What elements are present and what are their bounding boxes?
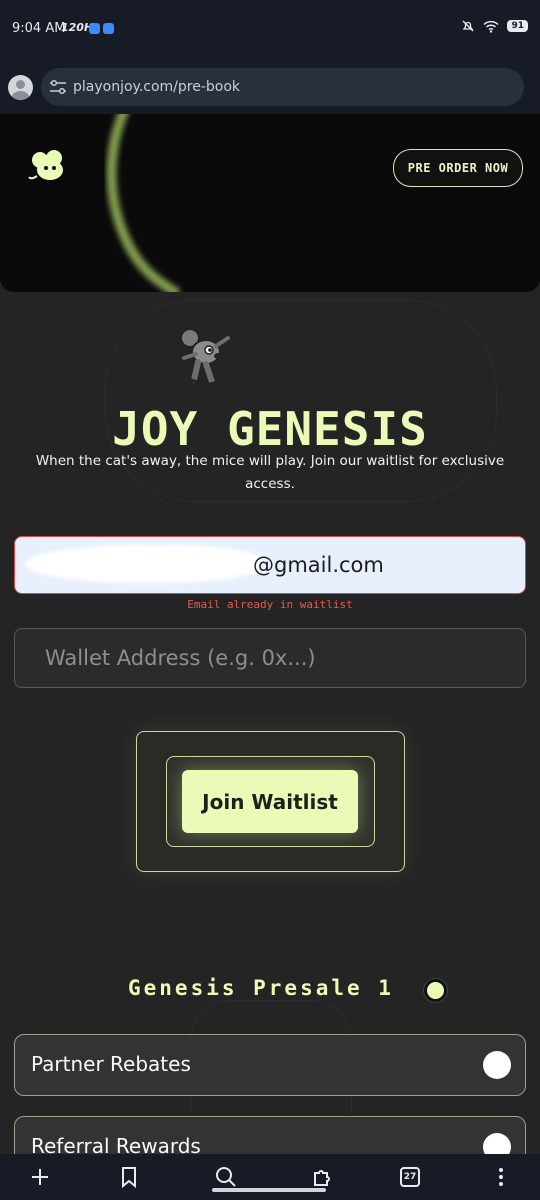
notification-icons [89,23,114,34]
mouse-mascot-icon [180,328,230,386]
profile-icon[interactable] [8,75,33,100]
cloud-icon [103,23,114,34]
join-waitlist-button[interactable]: Join Waitlist [182,770,358,833]
email-input[interactable]: @gmail.com [14,536,526,594]
address-bar[interactable]: playonjoy.com/pre-book [41,68,524,106]
presale-heading: Genesis Presale 1 [128,976,394,1000]
messenger-icon [89,23,100,34]
new-tab-icon[interactable] [28,1165,52,1189]
glow-decoration [106,114,181,292]
feature-row-partner-rebates[interactable]: Partner Rebates [14,1034,526,1096]
hero-banner: PRE ORDER NOW [0,114,540,292]
gesture-bar [212,1188,326,1192]
feature-toggle[interactable] [483,1051,511,1079]
feature-label: Partner Rebates [31,1052,191,1076]
redaction-mark [25,545,263,583]
joy-logo-icon[interactable] [28,148,70,184]
more-menu-icon[interactable] [489,1165,513,1189]
page-subtitle: When the cat's away, the mice will play.… [35,453,505,492]
status-right: 91 [461,19,528,33]
site-settings-icon[interactable] [49,79,67,95]
extensions-icon[interactable] [311,1165,335,1189]
mute-icon [463,20,474,32]
status-time: 9:04 AM [12,21,66,36]
wallet-address-input[interactable]: Wallet Address (e.g. 0x...) [14,628,526,688]
url-text[interactable]: playonjoy.com/pre-book [73,79,240,95]
tabs-count-icon[interactable]: 27 [400,1167,420,1187]
email-value[interactable]: @gmail.com [253,553,384,577]
email-error-message: Email already in waitlist [187,598,353,611]
browser-toolbar: playonjoy.com/pre-book [0,60,540,114]
wifi-icon [483,20,499,33]
battery-indicator: 91 [507,20,528,32]
status-bar: 9:04 AM 120Hz 91 [0,0,540,60]
preorder-button[interactable]: PRE ORDER NOW [393,149,523,187]
presale-status-dot [424,979,447,1002]
page-title: JOY GENESIS [112,402,428,456]
bookmark-icon[interactable] [117,1165,141,1189]
search-icon[interactable] [214,1165,238,1189]
wallet-placeholder[interactable]: Wallet Address (e.g. 0x...) [45,646,316,670]
browser-bottom-nav: 27 [0,1154,540,1200]
